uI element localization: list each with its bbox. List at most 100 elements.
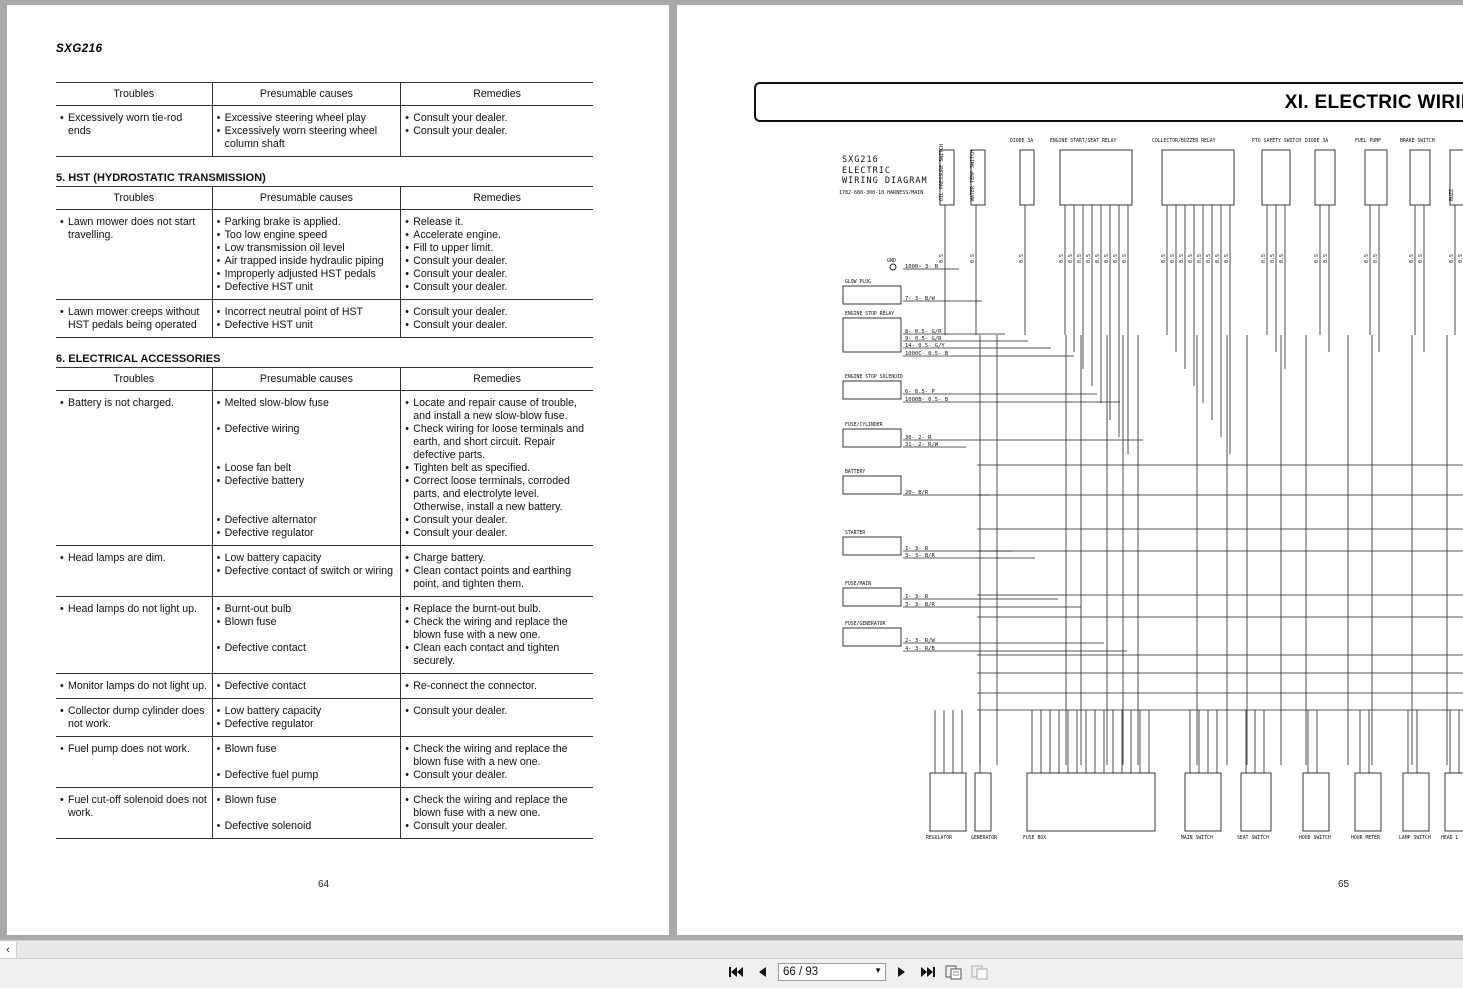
wire-code-top: 0.5: [1215, 254, 1221, 263]
component-label-bottom: FUSE BOX: [1023, 835, 1046, 841]
bullet-item: Battery is not charged.: [60, 397, 208, 410]
trouble-cell: Excessively worn tie-rod ends: [56, 105, 213, 157]
wire-code-top: 0.5: [1113, 254, 1119, 263]
table-row: Lawn mower creeps without HST pedals bei…: [56, 299, 593, 338]
component-label-left: FUSE/CYLINDER: [845, 422, 883, 428]
col-header-troubles: Troubles: [56, 186, 213, 210]
component-box-bottom: [1302, 772, 1330, 832]
cause-cell: Blown fuse Defective fuel pump: [211, 736, 401, 788]
component-box-left: [842, 380, 902, 400]
bullet-item: Defective fuel pump: [217, 769, 397, 782]
remedy-cell: Charge battery.Clean contact points and …: [400, 545, 593, 597]
component-label-top: BRAKE SWITCH: [1400, 138, 1435, 144]
bullet-item: Defective regulator: [217, 718, 397, 731]
bullet-item: Burnt-out bulb: [217, 603, 397, 616]
bullet-item: Consult your dealer.: [405, 769, 589, 782]
bullet-item: Check the wiring and replace the blown f…: [405, 616, 589, 642]
cause-cell: Burnt-out bulbBlown fuse Defective contac…: [211, 596, 401, 674]
diagram-title-line: SXG216: [842, 155, 879, 165]
component-label-left: FUSE/MAIN: [845, 581, 871, 587]
wire-code-top: 0.5: [1179, 254, 1185, 263]
component-box: [1314, 149, 1336, 206]
bullet-item: Defective alternator: [217, 514, 397, 527]
component-label-left: GLOW PLUG: [845, 279, 871, 285]
trouble-cell: Lawn mower does not start travelling.: [56, 209, 213, 300]
component-box-left: [842, 587, 902, 607]
bullet-item: Too low engine speed: [217, 229, 397, 242]
wire-code-top: 0.5: [1418, 254, 1424, 263]
bullet-item: Melted slow-blow fuse: [217, 397, 397, 410]
component-label-bottom: HOUR METER: [1351, 835, 1380, 841]
section-title-hst: 5. HST (HYDROSTATIC TRANSMISSION): [56, 172, 266, 184]
component-box-left: [842, 475, 902, 495]
table-row: Monitor lamps do not light up. Defective …: [56, 673, 593, 699]
two-page-view-icon[interactable]: [944, 962, 964, 982]
troubleshooting-table-electrical: Troubles Presumable causes Remedies Batt…: [56, 367, 593, 839]
bullet-item: Defective wiring: [217, 423, 397, 436]
wire-code-top: 0.5: [1104, 254, 1110, 263]
page-number-left: 64: [318, 879, 330, 890]
table-row: Lawn mower does not start travelling.Par…: [56, 209, 593, 300]
wire-code-top: 0.5: [1161, 254, 1167, 263]
horizontal-scrollbar[interactable]: ‹: [0, 942, 1463, 959]
component-box-bottom: [1184, 772, 1222, 832]
table-row: Battery is not charged. Melted slow-blow …: [56, 390, 593, 546]
bullet-item: Low transmission oil level: [217, 242, 397, 255]
bullet-item: Head lamps are dim.: [60, 552, 208, 565]
diagram-title-line: ELECTRIC: [842, 165, 891, 176]
first-page-icon[interactable]: [726, 962, 746, 982]
component-box: [1019, 149, 1035, 206]
component-label-top: COLLECTOR/BUZZER RELAY: [1152, 138, 1216, 144]
gnd-symbol: [889, 263, 897, 271]
next-page-icon[interactable]: [892, 962, 912, 982]
wire-code-top: 0.5: [1323, 254, 1329, 263]
component-label-left: ENGINE STOP RELAY: [845, 311, 894, 317]
bullet-item: Correct loose terminals, corroded parts,…: [405, 475, 589, 514]
cause-cell: Defective contact: [211, 673, 401, 699]
component-box-bottom: [974, 772, 992, 832]
remedy-cell: Consult your dealer.: [400, 698, 593, 737]
wire-code-top: 0.5: [1197, 254, 1203, 263]
bullet-item: Blown fuse: [217, 743, 397, 756]
col-header-troubles: Troubles: [56, 82, 213, 106]
component-label-bottom: HOOD SWITCH: [1299, 835, 1331, 841]
table-row: Head lamps do not light up.Burnt-out bul…: [56, 596, 593, 674]
table-row: Fuel cut-off solenoid does not work.Blow…: [56, 787, 593, 839]
trouble-cell: Head lamps do not light up.: [56, 596, 213, 674]
wire-code-top: 0.5: [1373, 254, 1379, 263]
bullet-item: Check the wiring and replace the blown f…: [405, 743, 589, 769]
remedy-cell: Consult your dealer.Consult your dealer.: [400, 105, 593, 157]
bullet-item: Replace the burnt-out bulb.: [405, 603, 589, 616]
last-page-icon[interactable]: [918, 962, 938, 982]
wire-code-top: 0.5: [1364, 254, 1370, 263]
trouble-cell: Lawn mower creeps without HST pedals bei…: [56, 299, 213, 338]
wire-code-top: 0.5: [1077, 254, 1083, 263]
bullet-item: Monitor lamps do not light up.: [60, 680, 208, 693]
bullet-item: Defective contact of switch or wiring: [217, 565, 397, 578]
wire-code-top: 0.5: [1409, 254, 1415, 263]
bullet-item: Fuel pump does not work.: [60, 743, 208, 756]
remedy-cell: Check the wiring and replace the blown f…: [400, 787, 593, 839]
bullet-item: Defective regulator: [217, 527, 397, 540]
single-page-view-icon[interactable]: [970, 962, 990, 982]
page-number-input[interactable]: 66 / 93 ▼: [778, 963, 886, 981]
chevron-down-icon[interactable]: ▼: [874, 966, 882, 975]
table-row: Fuel pump does not work. Blown fuse Defect…: [56, 736, 593, 788]
component-box: [1409, 149, 1431, 206]
component-label-left: GND: [887, 258, 896, 264]
bullet-item: Consult your dealer.: [405, 255, 589, 268]
scroll-left-arrow-icon[interactable]: ‹: [0, 942, 17, 958]
col-header-remedies: Remedies: [400, 367, 593, 391]
bullet-item: Tighten belt as specified.: [405, 462, 589, 475]
component-label-top: PTO SAFETY SWITCH: [1252, 138, 1301, 144]
trouble-cell: Fuel pump does not work.: [56, 736, 213, 788]
cause-cell: Low battery capacityDefective regulator: [211, 698, 401, 737]
prev-page-icon[interactable]: [752, 962, 772, 982]
bullet-item: Loose fan belt: [217, 462, 397, 475]
troubleshooting-table-steering: Troubles Presumable causes Remedies Exce…: [56, 82, 593, 157]
bullet-item: Head lamps do not light up.: [60, 603, 208, 616]
component-box-bottom: [1240, 772, 1272, 832]
bullet-item: Accelerate engine.: [405, 229, 589, 242]
